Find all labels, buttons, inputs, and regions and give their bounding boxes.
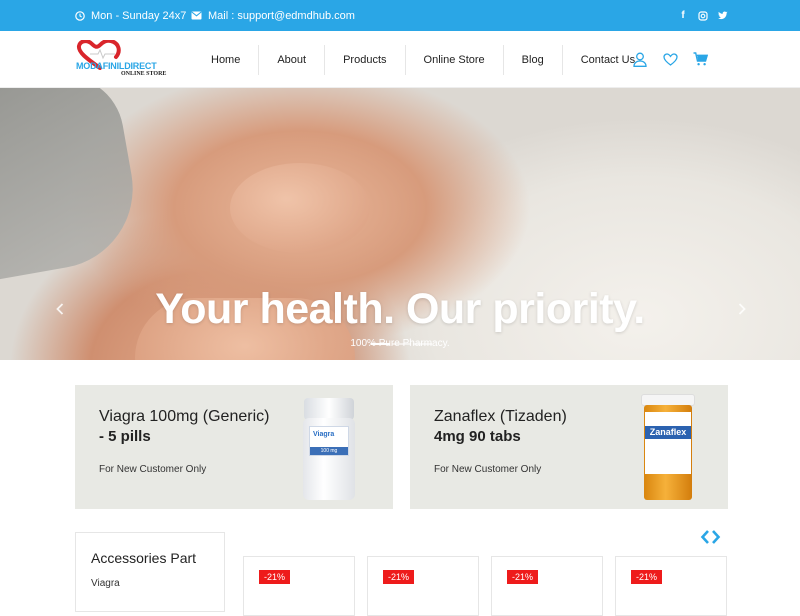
site-logo[interactable]: MODAFINILDIRECT ONLINE STORE bbox=[76, 40, 172, 80]
slider-dot[interactable] bbox=[371, 343, 390, 345]
slider-dots bbox=[371, 343, 432, 345]
product-card[interactable]: -21% bbox=[491, 556, 603, 616]
hero-title: Your health. Our priority. bbox=[155, 285, 645, 333]
heart-icon[interactable] bbox=[662, 51, 678, 67]
cart-icon[interactable] bbox=[692, 51, 708, 67]
chevron-right-icon[interactable] bbox=[738, 302, 746, 320]
nav-item-blog[interactable]: Blog bbox=[504, 45, 563, 75]
logo-brand-text: MODAFINILDIRECT bbox=[76, 61, 157, 71]
zanaflex-bottle-image: Zanaflex bbox=[641, 394, 695, 500]
nav-item-online-store[interactable]: Online Store bbox=[406, 45, 504, 75]
nav-item-about[interactable]: About bbox=[259, 45, 326, 75]
user-icon[interactable] bbox=[632, 51, 648, 67]
email-text[interactable]: Mail : support@edmdhub.com bbox=[208, 10, 355, 22]
top-info-bar: Mon - Sunday 24x7 Mail : support@edmdhub… bbox=[0, 0, 800, 31]
sidebar-heading: Accessories Part bbox=[91, 550, 197, 566]
product-carousel-nav bbox=[700, 528, 721, 551]
hero-slider: Your health. Our priority. 100% Pure Pha… bbox=[0, 88, 800, 360]
promo-cta: For New Customer Only bbox=[99, 464, 207, 475]
promo-cta: For New Customer Only bbox=[434, 464, 542, 475]
viagra-bottle-image: Viagra 100 mg bbox=[303, 398, 355, 500]
header-actions bbox=[632, 51, 708, 67]
site-header: MODAFINILDIRECT ONLINE STORE Home About … bbox=[0, 31, 800, 88]
promo-qty: 4mg 90 tabs bbox=[434, 428, 521, 445]
chevron-left-icon[interactable] bbox=[700, 528, 710, 551]
main-nav: Home About Products Online Store Blog Co… bbox=[193, 45, 653, 75]
discount-badge: -21% bbox=[383, 570, 415, 584]
hours-info: Mon - Sunday 24x7 bbox=[75, 10, 186, 22]
bottle-label: Viagra bbox=[313, 431, 335, 438]
promo-qty: - 5 pills bbox=[99, 428, 151, 445]
twitter-icon[interactable] bbox=[718, 11, 728, 21]
promo-name: Zanaflex (Tizaden) bbox=[434, 408, 567, 425]
bottle-band: 100 mg bbox=[310, 447, 348, 455]
nav-item-home[interactable]: Home bbox=[193, 45, 260, 75]
promo-name: Viagra 100mg (Generic) bbox=[99, 408, 270, 425]
product-card[interactable]: -21% bbox=[615, 556, 727, 616]
chevron-left-icon[interactable] bbox=[56, 302, 64, 320]
accessories-sidebar: Accessories Part Viagra bbox=[75, 532, 225, 612]
email-info[interactable]: Mail : support@edmdhub.com bbox=[191, 10, 355, 22]
slider-dot[interactable] bbox=[413, 343, 432, 345]
facebook-icon[interactable]: f bbox=[678, 10, 688, 21]
social-links: f bbox=[678, 10, 728, 21]
discount-badge: -21% bbox=[631, 570, 663, 584]
discount-badge: -21% bbox=[507, 570, 539, 584]
discount-badge: -21% bbox=[259, 570, 291, 584]
instagram-icon[interactable] bbox=[698, 10, 708, 21]
slider-dot[interactable] bbox=[392, 343, 411, 345]
hours-text: Mon - Sunday 24x7 bbox=[91, 9, 187, 22]
sidebar-item-viagra[interactable]: Viagra bbox=[91, 578, 120, 589]
bottle-label: Zanaflex bbox=[645, 426, 691, 439]
product-card[interactable]: -21% bbox=[367, 556, 479, 616]
promo-card-viagra[interactable]: Viagra 100mg (Generic) - 5 pills For New… bbox=[75, 385, 393, 509]
clock-icon bbox=[75, 10, 85, 21]
nav-item-products[interactable]: Products bbox=[325, 45, 406, 75]
hero-image-knee bbox=[230, 163, 370, 253]
chevron-right-icon[interactable] bbox=[711, 528, 721, 551]
logo-tagline-text: ONLINE STORE bbox=[121, 71, 167, 77]
promo-card-zanaflex[interactable]: Zanaflex (Tizaden) 4mg 90 tabs For New C… bbox=[410, 385, 728, 509]
product-card[interactable]: -21% bbox=[243, 556, 355, 616]
hero-image-sleeve bbox=[0, 88, 146, 280]
mail-icon bbox=[191, 11, 202, 20]
